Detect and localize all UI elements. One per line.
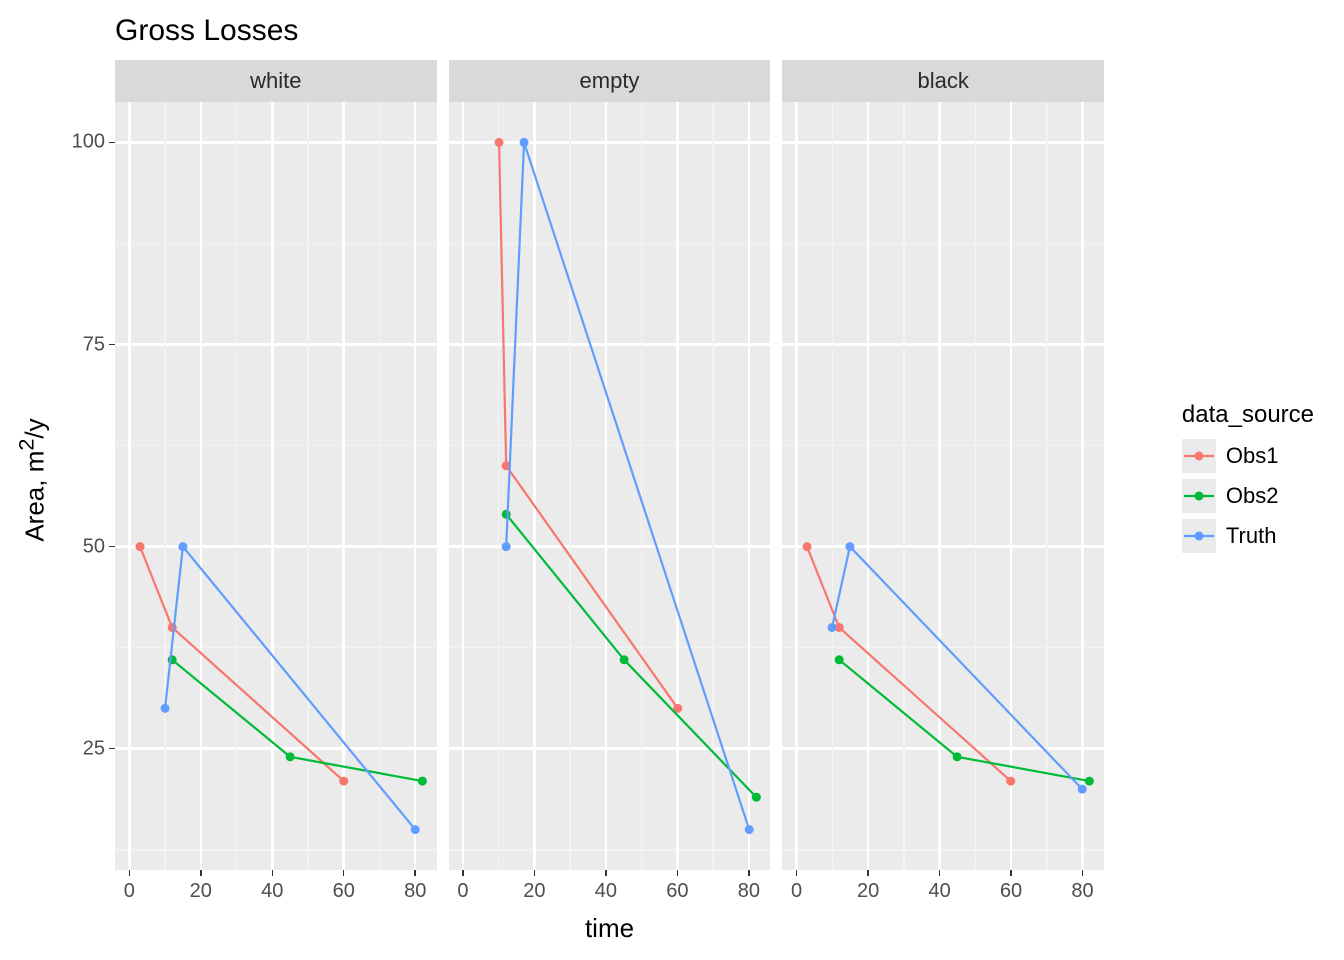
- x-tick-label: 0: [438, 870, 488, 903]
- y-tick-label: 75: [45, 333, 115, 356]
- y-tick-label: 25: [45, 737, 115, 760]
- series-point: [178, 542, 187, 551]
- legend-key: [1182, 479, 1216, 513]
- x-tick-label: 60: [652, 870, 702, 903]
- x-tick-label: 20: [843, 870, 893, 903]
- legend-point-icon: [1194, 492, 1203, 501]
- x-tick-label: 80: [724, 870, 774, 903]
- x-tick-label: 80: [390, 870, 440, 903]
- plot-svg: [782, 102, 1104, 870]
- series-point: [161, 704, 170, 713]
- series-line: [506, 514, 756, 797]
- series-line: [165, 547, 415, 830]
- series-line: [506, 142, 749, 829]
- facet-strip-label: black: [917, 68, 968, 94]
- facet-strip: black: [782, 60, 1104, 102]
- y-axis-label-sup: 2: [14, 439, 39, 451]
- legend-point-icon: [1194, 532, 1203, 541]
- x-tick-label: 40: [581, 870, 631, 903]
- facet-strip-label: white: [250, 68, 301, 94]
- plot-svg: [115, 102, 437, 870]
- series-point: [835, 655, 844, 664]
- x-tick-label: 0: [104, 870, 154, 903]
- legend-key: [1182, 519, 1216, 553]
- y-axis-label-post: /y: [19, 418, 49, 438]
- legend-title: data_source: [1182, 401, 1314, 429]
- legend-label: Truth: [1226, 523, 1277, 549]
- facet-panel: 255075100020406080: [115, 102, 437, 870]
- series-point: [744, 825, 753, 834]
- series-point: [501, 542, 510, 551]
- series-point: [1007, 777, 1016, 786]
- x-tick-label: 20: [176, 870, 226, 903]
- series-point: [619, 655, 628, 664]
- series-point: [803, 542, 812, 551]
- chart-figure: Gross Losses Area, m2/y time white255075…: [0, 0, 1344, 960]
- series-point: [519, 138, 528, 147]
- y-tick-label: 100: [45, 131, 115, 154]
- y-axis-label: Area, m2/y: [14, 418, 51, 541]
- x-tick-label: 60: [319, 870, 369, 903]
- series-line: [172, 660, 422, 781]
- series-point: [411, 825, 420, 834]
- facet-strip: white: [115, 60, 437, 102]
- x-tick-label: 0: [772, 870, 822, 903]
- legend-items: Obs1 Obs2 Truth: [1182, 439, 1314, 553]
- series-point: [1085, 777, 1094, 786]
- x-tick-label: 20: [509, 870, 559, 903]
- facet-strip: empty: [449, 60, 771, 102]
- series-point: [494, 138, 503, 147]
- legend-item: Truth: [1182, 519, 1314, 553]
- x-tick-label: 80: [1058, 870, 1108, 903]
- facet-panel: 020406080: [449, 102, 771, 870]
- y-axis-label-pre: Area, m: [19, 451, 49, 542]
- legend-key: [1182, 439, 1216, 473]
- series-point: [286, 752, 295, 761]
- legend-point-icon: [1194, 452, 1203, 461]
- legend-label: Obs2: [1226, 483, 1279, 509]
- series-point: [339, 777, 348, 786]
- y-tick-label: 50: [45, 535, 115, 558]
- x-tick-label: 40: [915, 870, 965, 903]
- series-point: [501, 510, 510, 519]
- legend-item: Obs1: [1182, 439, 1314, 473]
- series-point: [828, 623, 837, 632]
- facet-strip-label: empty: [580, 68, 640, 94]
- x-tick-label: 60: [986, 870, 1036, 903]
- legend: data_source Obs1 Obs2 Truth: [1182, 401, 1314, 559]
- chart-title: Gross Losses: [115, 14, 298, 48]
- x-axis-label: time: [0, 913, 1104, 944]
- legend-item: Obs2: [1182, 479, 1314, 513]
- x-tick-label: 40: [247, 870, 297, 903]
- legend-label: Obs1: [1226, 443, 1279, 469]
- plot-svg: [449, 102, 771, 870]
- facet-panel: 020406080: [782, 102, 1104, 870]
- series-point: [1078, 785, 1087, 794]
- series-point: [846, 542, 855, 551]
- series-point: [136, 542, 145, 551]
- series-line: [840, 660, 1090, 781]
- series-point: [418, 777, 427, 786]
- series-point: [953, 752, 962, 761]
- series-point: [752, 793, 761, 802]
- series-line: [499, 142, 678, 708]
